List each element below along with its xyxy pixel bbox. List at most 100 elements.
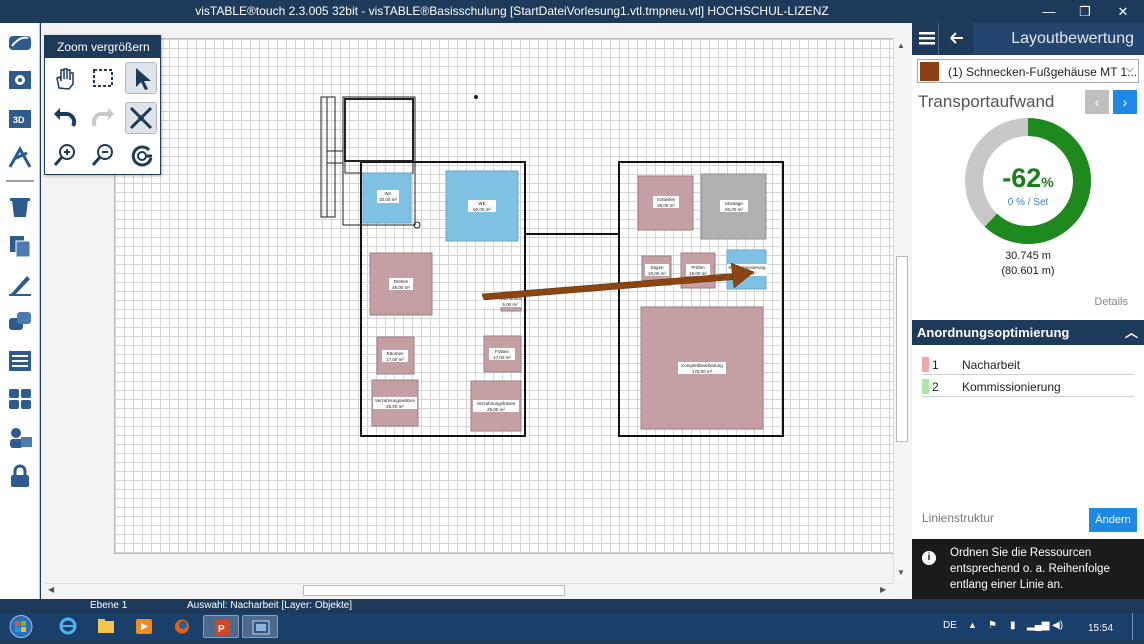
draw-icon[interactable]: [5, 270, 35, 298]
optimization-header[interactable]: Anordnungsoptimierung ︿: [912, 320, 1144, 345]
volume-icon[interactable]: ◀): [1052, 620, 1063, 631]
powerpoint-taskbar-icon[interactable]: P: [203, 615, 239, 638]
info-text: Ordnen Sie die Ressourcen entsprechend o…: [950, 547, 1110, 591]
minimize-button[interactable]: —: [1030, 0, 1068, 23]
scroll-down-icon[interactable]: ▼: [897, 568, 905, 577]
resource-selected: (1) Schnecken-Fußgehäuse MT 1...: [948, 65, 1138, 79]
edit-tools-icon[interactable]: [5, 143, 35, 171]
windows-taskbar: P DE ▲ ⚑ ▮ ▂▄▆ ◀) 15:54: [0, 613, 1144, 640]
lock-icon[interactable]: [5, 462, 35, 490]
prev-metric-button[interactable]: ‹: [1085, 90, 1109, 114]
room-area-raeumen: 17,00 m²: [386, 357, 404, 362]
line-structure-label: Linienstruktur: [922, 511, 995, 525]
pointer-icon[interactable]: [125, 62, 157, 94]
zoom-in-icon[interactable]: [49, 140, 81, 172]
vertical-scroll-thumb[interactable]: [896, 256, 908, 442]
grid-area[interactable]: WA 30,00 m² WE 60,00 m² Drehen 48,00 m² …: [114, 38, 894, 554]
scroll-up-icon[interactable]: ▲: [897, 41, 905, 50]
hamburger-icon[interactable]: [919, 30, 935, 51]
language-indicator[interactable]: DE: [943, 620, 957, 631]
delete-icon[interactable]: [5, 193, 35, 221]
layer-icon[interactable]: [5, 28, 35, 56]
close-button[interactable]: ✕: [1104, 0, 1142, 23]
order-number: 1: [932, 358, 939, 372]
room-area-drehen: 48,00 m²: [392, 285, 410, 290]
info-tooltip: i Ordnen Sie die Ressourcen entsprechend…: [912, 539, 1144, 599]
modules-icon[interactable]: [5, 385, 35, 413]
clock-time[interactable]: 15:54: [1088, 623, 1113, 634]
panel-title: Layoutbewertung: [1011, 30, 1134, 47]
room-label-komplettbearbeitung: Komplettbearbeitung: [681, 363, 723, 368]
show-desktop-button[interactable]: [1132, 613, 1144, 640]
horizontal-scroll-thumb[interactable]: [303, 585, 565, 596]
room-label-saegen: Sägen: [650, 265, 664, 270]
room-label-drehen: Drehen: [394, 279, 409, 284]
start-button[interactable]: [4, 614, 38, 639]
zoom-reset-icon[interactable]: [125, 140, 157, 172]
zoom-palette-title: Zoom vergrößern: [45, 36, 160, 58]
order-number: 2: [932, 380, 939, 394]
chevron-up-icon[interactable]: ︿: [1125, 320, 1138, 345]
zoom-out-icon[interactable]: [87, 140, 119, 172]
room-area-montage: 50,00 m²: [725, 207, 743, 212]
battery-icon[interactable]: ▮: [1010, 620, 1016, 631]
room-label-montage: Montage: [725, 201, 743, 206]
evaluation-panel: Layoutbewertung (1) Schnecken-Fußgehäuse…: [912, 23, 1144, 599]
transport-change-value: -62: [1002, 163, 1042, 193]
room-area-nacharbeit: 5,00 m²: [502, 302, 518, 307]
info-icon: i: [922, 551, 936, 565]
tray-flag-icon[interactable]: ⚑: [988, 620, 997, 631]
chevron-down-icon[interactable]: ⌵: [1126, 63, 1134, 76]
explorer-taskbar-icon[interactable]: [88, 615, 124, 638]
list-item[interactable]: 2 Kommissionierung: [922, 377, 1134, 397]
status-layer: Ebene 1: [90, 600, 128, 611]
settings-icon[interactable]: [5, 66, 35, 94]
media-player-taskbar-icon[interactable]: [126, 615, 162, 638]
back-arrow-icon[interactable]: [949, 30, 965, 51]
room-label-schleifen: Schleifen: [657, 197, 676, 202]
list-item[interactable]: 1 Nacharbeit: [922, 355, 1134, 375]
firefox-taskbar-icon[interactable]: [164, 615, 200, 638]
left-toolbar: 3D: [0, 23, 40, 599]
list-icon[interactable]: [5, 347, 35, 375]
room-area-pruefen: 15,00 m²: [689, 271, 707, 276]
room-area-fraesen: 17,00 m²: [493, 355, 511, 360]
scroll-right-icon[interactable]: ▶: [880, 585, 886, 594]
network-icon[interactable]: ▂▄▆: [1027, 620, 1049, 631]
header-divider: [938, 23, 939, 55]
room-area-verzahnungswaelzen: 25,00 m²: [386, 404, 404, 409]
copy-icon[interactable]: [5, 232, 35, 260]
tray-expand-icon[interactable]: ▲: [968, 620, 977, 630]
pan-hand-icon[interactable]: [49, 62, 81, 94]
next-metric-button[interactable]: ›: [1113, 90, 1137, 114]
redo-icon[interactable]: [87, 102, 119, 134]
horizontal-scrollbar[interactable]: ◀ ▶: [45, 583, 894, 597]
room-area-komplettbearbeitung: 176,00 m²: [692, 369, 713, 374]
vertical-scrollbar[interactable]: ▲ ▼: [893, 38, 910, 581]
room-label-raeumen: Räumen: [386, 351, 404, 356]
scroll-left-icon[interactable]: ◀: [48, 585, 54, 594]
status-bar: Ebene 1 Auswahl: Nacharbeit [Layer: Obje…: [0, 599, 1144, 613]
zoom-fit-icon[interactable]: [125, 102, 157, 134]
details-link[interactable]: Details: [1094, 296, 1128, 308]
resource-select[interactable]: (1) Schnecken-Fußgehäuse MT 1... ⌵: [917, 59, 1139, 83]
restore-button[interactable]: ❐: [1066, 0, 1104, 23]
room-label-we: WE: [478, 201, 485, 206]
room-area-we: 60,00 m²: [473, 207, 491, 212]
ie-taskbar-icon[interactable]: [50, 615, 86, 638]
group-icon[interactable]: [5, 308, 35, 336]
layout-canvas[interactable]: WA 30,00 m² WE 60,00 m² Drehen 48,00 m² …: [41, 23, 912, 599]
optimization-title: Anordnungsoptimierung: [917, 325, 1070, 340]
vistable-taskbar-icon[interactable]: [242, 615, 278, 638]
change-button[interactable]: Ändern: [1089, 508, 1137, 532]
svg-text:3D: 3D: [13, 115, 25, 125]
order-label: Nacharbeit: [962, 358, 1021, 372]
room-label-verzahnungsfraesen: Verzahnungsfräsen: [477, 401, 516, 406]
transport-distance: 30.745 m: [1005, 250, 1051, 262]
3d-view-icon[interactable]: 3D: [5, 105, 35, 133]
window-title: visTABLE®touch 2.3.005 32bit - visTABLE®…: [195, 4, 829, 18]
undo-icon[interactable]: [49, 102, 81, 134]
select-rectangle-icon[interactable]: [87, 62, 119, 94]
people-icon[interactable]: [5, 423, 35, 451]
layout-drawing[interactable]: WA 30,00 m² WE 60,00 m² Drehen 48,00 m² …: [115, 39, 895, 555]
